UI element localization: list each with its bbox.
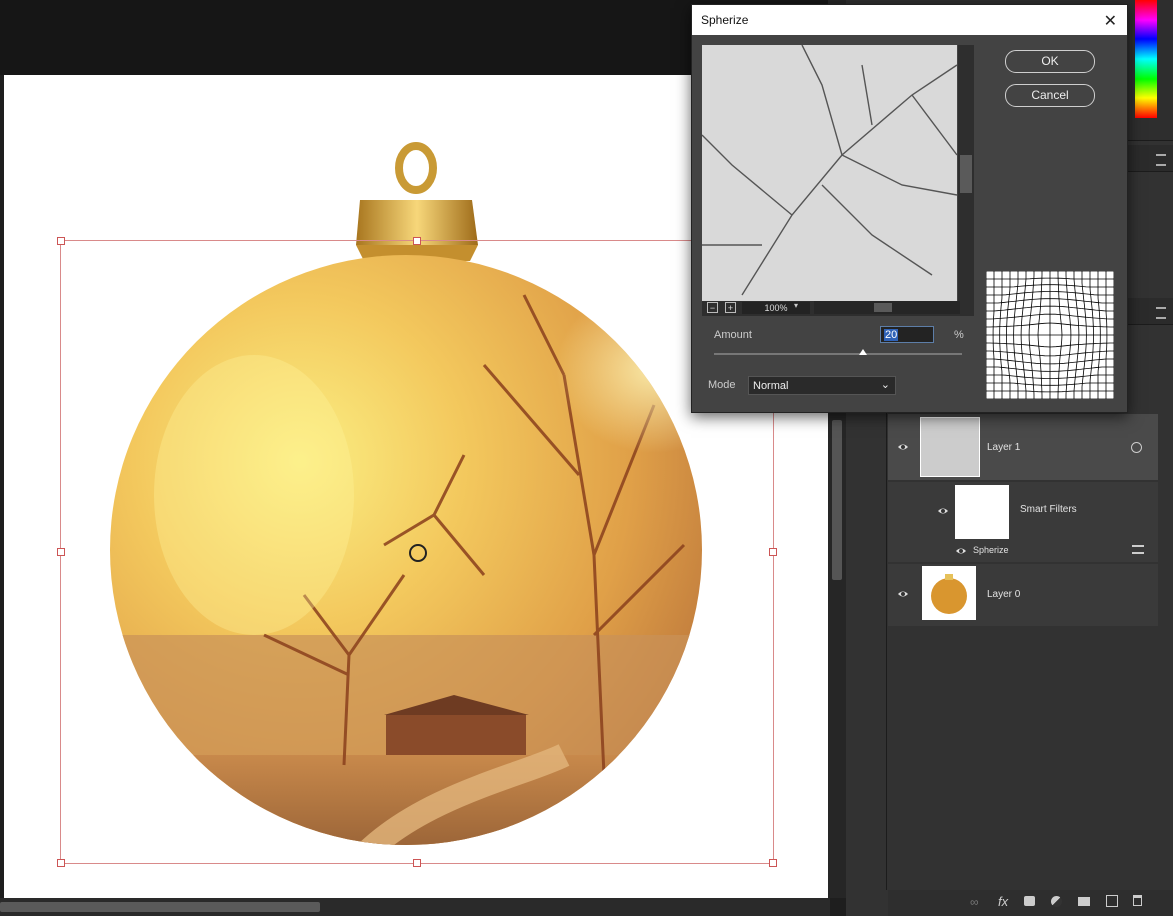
eye-icon[interactable] [897, 588, 909, 600]
eye-icon[interactable] [937, 505, 949, 517]
mode-select[interactable]: Normal ⌄ [748, 376, 896, 395]
panel-menu-icon[interactable] [1156, 307, 1166, 319]
mode-label: Mode [708, 379, 736, 391]
close-icon[interactable]: ✕ [1104, 11, 1117, 31]
adjustment-icon[interactable] [1051, 896, 1062, 907]
smart-filters-label: Smart Filters [1020, 504, 1077, 515]
preview-image [702, 45, 957, 301]
zoom-in-button[interactable]: + [725, 302, 736, 313]
smart-filters-row[interactable]: Smart Filters Spherize [888, 482, 1158, 562]
layer-row-layer-0[interactable]: Layer 0 [888, 564, 1158, 626]
horizontal-scroll-thumb[interactable] [0, 902, 320, 912]
amount-slider-track[interactable] [714, 353, 962, 355]
amount-input[interactable]: 20 [880, 326, 934, 343]
link-icon[interactable]: ∞ [970, 895, 979, 909]
eye-icon[interactable] [955, 545, 967, 557]
layer-name[interactable]: Layer 1 [987, 442, 1020, 453]
layer-thumbnail [920, 417, 980, 477]
panel-menu-icon[interactable] [1156, 154, 1166, 166]
ok-button[interactable]: OK [1005, 50, 1095, 73]
layers-panel-footer: ∞ fx [888, 890, 1173, 916]
layer-row-layer-1[interactable]: Layer 1 [888, 414, 1158, 480]
transform-handle-bottom-left[interactable] [57, 859, 65, 867]
transform-handle-mid-left[interactable] [57, 548, 65, 556]
transform-handle-top-left[interactable] [57, 237, 65, 245]
chevron-down-icon: ⌄ [880, 379, 890, 391]
preview-hscroll-thumb[interactable] [874, 303, 892, 312]
reference-point-icon[interactable] [409, 544, 427, 562]
dialog-title: Spherize [701, 13, 749, 27]
smart-filter-mask-thumbnail [955, 485, 1009, 539]
fx-icon[interactable]: fx [998, 894, 1008, 909]
distortion-grid-preview [985, 270, 1115, 400]
new-layer-icon[interactable] [1106, 895, 1118, 907]
transform-handle-bottom-center[interactable] [413, 859, 421, 867]
filter-name-spherize[interactable]: Spherize [973, 545, 1009, 555]
amount-unit: % [954, 329, 964, 341]
preview-vscroll-thumb[interactable] [960, 155, 972, 193]
amount-slider-thumb[interactable] [858, 349, 867, 355]
zoom-level[interactable]: 100% [742, 302, 810, 314]
vertical-scroll-thumb[interactable] [832, 420, 842, 580]
amount-value: 20 [884, 329, 899, 341]
amount-label: Amount [714, 329, 752, 341]
filter-preview[interactable] [702, 45, 957, 301]
folder-icon[interactable] [1078, 897, 1090, 906]
hue-slider[interactable] [1135, 0, 1157, 118]
chevron-down-icon[interactable]: ▾ [794, 301, 798, 310]
mode-value: Normal [753, 380, 789, 392]
layer-thumbnail [922, 566, 976, 620]
eye-icon[interactable] [897, 441, 909, 453]
trash-icon[interactable] [1133, 895, 1142, 906]
mask-icon[interactable] [1024, 896, 1035, 906]
filter-options-icon[interactable] [1132, 545, 1144, 554]
spherize-dialog: Spherize ✕ − + 100% ▾ OK Cancel Amount 2… [691, 4, 1128, 413]
layer-name[interactable]: Layer 0 [987, 589, 1020, 600]
cancel-button[interactable]: Cancel [1005, 84, 1095, 107]
transform-handle-bottom-right[interactable] [769, 859, 777, 867]
filter-mask-icon[interactable] [1131, 442, 1142, 453]
dialog-title-bar[interactable]: Spherize ✕ [692, 5, 1127, 35]
transform-handle-top-center[interactable] [413, 237, 421, 245]
zoom-out-button[interactable]: − [707, 302, 718, 313]
transform-handle-mid-right[interactable] [769, 548, 777, 556]
